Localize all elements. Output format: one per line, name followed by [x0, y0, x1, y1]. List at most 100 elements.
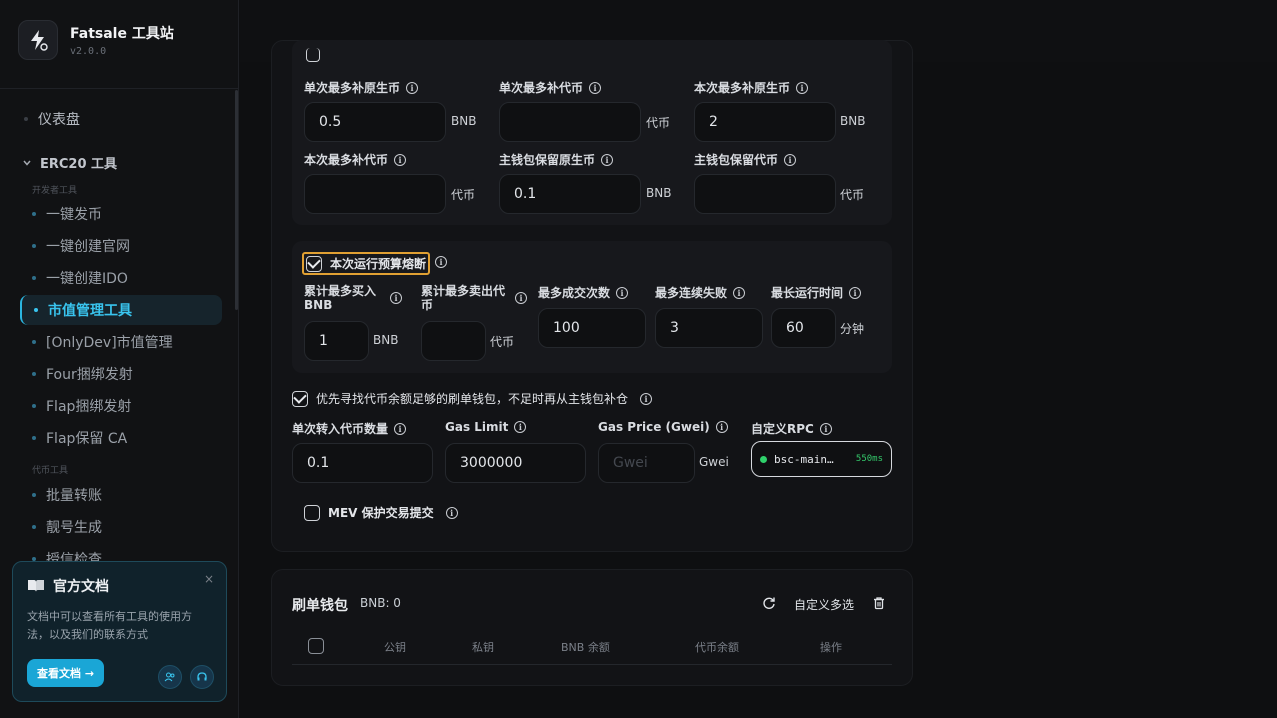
sidebar-item-onlydev[interactable]: [OnlyDev]市值管理: [20, 327, 222, 357]
info-icon[interactable]: i: [514, 421, 527, 433]
sidebar-item-market-cap[interactable]: 市值管理工具: [20, 295, 222, 325]
gas-limit-input[interactable]: 3000000: [445, 443, 586, 483]
budget-breaker-checkbox[interactable]: [306, 255, 322, 272]
sidebar-item-batch-transfer[interactable]: 批量转账: [20, 480, 222, 510]
max-fail-input[interactable]: 3: [655, 308, 763, 348]
info-icon[interactable]: i: [796, 81, 809, 94]
app-root: Fatsale 工具站 v2.0.0 仪表盘 ERC20 工具 开发者工具 一键…: [0, 0, 1277, 718]
book-icon: [28, 580, 44, 592]
mev-checkbox[interactable]: [304, 504, 320, 521]
sidebar-group-erc20[interactable]: ERC20 工具: [22, 153, 117, 172]
cum-max-buy-input[interactable]: 1: [304, 321, 369, 361]
close-icon[interactable]: ×: [204, 572, 214, 586]
info-icon[interactable]: i: [406, 81, 419, 94]
cum-max-sell-input[interactable]: [421, 321, 486, 361]
transfer-amount-input[interactable]: 0.1: [292, 443, 433, 483]
support-headset-icon[interactable]: [190, 665, 214, 689]
run-max-native-input[interactable]: 2: [694, 102, 836, 142]
budget-breaker-label: 本次运行预算熔断: [330, 257, 427, 271]
gas-price-input[interactable]: Gwei: [598, 443, 695, 483]
info-icon[interactable]: i: [515, 292, 527, 304]
sidebar-item-label: 批量转账: [46, 488, 102, 504]
gas-price-label: Gas Price (Gwei) i: [598, 420, 728, 434]
nav-caption-token: 代币工具: [32, 466, 69, 476]
info-icon[interactable]: i: [616, 286, 629, 299]
brand[interactable]: Fatsale 工具站 v2.0.0: [18, 20, 174, 60]
doc-card: 官方文档 × 文档中可以查看所有工具的使用方法，以及我们的联系方式 查看文档 →: [12, 561, 227, 702]
prefer-wallet-checkbox[interactable]: [292, 390, 308, 407]
sidebar-item-flap-ca[interactable]: Flap保留 CA: [20, 423, 222, 453]
column-header-privkey[interactable]: 私钥: [472, 639, 494, 655]
info-icon[interactable]: i: [435, 256, 447, 268]
prefer-wallet-label: 优先寻找代币余额足够的刷单钱包，不足时再从主钱包补仓: [316, 392, 629, 406]
sidebar-item-vanity[interactable]: 靓号生成: [20, 512, 222, 542]
info-icon[interactable]: i: [394, 153, 407, 166]
sidebar-item-flap-bundle[interactable]: Flap捆绑发射: [20, 391, 222, 421]
sidebar-item-dashboard[interactable]: 仪表盘: [20, 104, 222, 134]
max-trades-input[interactable]: 100: [538, 308, 646, 348]
refill-max-native-input[interactable]: 0.5: [304, 102, 446, 142]
main-content: 单次最多补原生币 i 0.5 BNB 单次最多补代币 i 代币 本次最多补原生币 i …: [240, 0, 1277, 718]
sidebar-item-label: 一键创建IDO: [46, 271, 128, 287]
refill-checkbox[interactable]: [306, 48, 320, 62]
main-reserve-token-label: 主钱包保留代币 i: [694, 151, 797, 168]
column-header-actions: 操作: [820, 641, 842, 654]
budget-breaker-toggle[interactable]: 本次运行预算熔断: [302, 252, 431, 275]
main-reserve-token-input[interactable]: [694, 174, 836, 214]
mev-option[interactable]: MEV 保护交易提交 i: [304, 504, 458, 521]
sidebar-scrollbar[interactable]: [235, 90, 238, 310]
sidebar-item-label: 仪表盘: [38, 112, 80, 128]
info-icon[interactable]: i: [715, 421, 728, 433]
community-icon[interactable]: [158, 665, 182, 689]
refill-max-token-input[interactable]: [499, 102, 641, 142]
mev-label: MEV 保护交易提交: [328, 506, 434, 520]
info-icon[interactable]: i: [640, 392, 653, 405]
max-trades-label: 最多成交次数 i: [538, 284, 629, 301]
column-header-token-balance[interactable]: 代币余额: [695, 639, 739, 655]
sidebar-group-label: ERC20 工具: [40, 157, 118, 172]
info-icon[interactable]: i: [445, 506, 458, 519]
unit-label: BNB: [646, 186, 672, 200]
column-header-pubkey[interactable]: 公钥: [384, 639, 406, 655]
info-icon[interactable]: i: [390, 292, 402, 304]
sidebar-item-label: 市值管理工具: [48, 303, 132, 319]
refill-max-native-label: 单次最多补原生币 i: [304, 79, 419, 96]
cum-max-sell-label: 累计最多卖出代币 i: [421, 284, 531, 312]
refresh-icon[interactable]: [762, 596, 776, 610]
rpc-selector[interactable]: bsc-main… 550ms: [751, 441, 892, 477]
prefer-wallet-option[interactable]: 优先寻找代币余额足够的刷单钱包，不足时再从主钱包补仓 i: [292, 390, 653, 407]
brand-version: v2.0.0: [70, 46, 107, 57]
main-reserve-native-input[interactable]: 0.1: [499, 174, 641, 214]
doc-card-desc: 文档中可以查看所有工具的使用方法，以及我们的联系方式: [27, 610, 192, 641]
doc-card-title-text: 官方文档: [53, 579, 109, 595]
sidebar-item-label: 一键发币: [46, 207, 102, 223]
rpc-name: bsc-main…: [774, 452, 834, 466]
divider: [0, 88, 239, 89]
sidebar-item-issue-token[interactable]: 一键发币: [20, 199, 222, 229]
trash-icon[interactable]: [872, 596, 886, 610]
sidebar-item-create-site[interactable]: 一键创建官网: [20, 231, 222, 261]
select-all-checkbox[interactable]: [308, 638, 324, 654]
max-fail-label: 最多连续失败 i: [655, 284, 746, 301]
gas-limit-label: Gas Limit i: [445, 420, 527, 434]
custom-select-button[interactable]: 自定义多选: [794, 596, 854, 613]
max-runtime-input[interactable]: 60: [771, 308, 836, 348]
unit-label: BNB: [451, 114, 477, 128]
sidebar-item-four-bundle[interactable]: Four捆绑发射: [20, 359, 222, 389]
info-icon[interactable]: i: [784, 153, 797, 166]
transfer-amount-label: 单次转入代币数量 i: [292, 420, 407, 437]
run-max-native-label: 本次最多补原生币 i: [694, 79, 809, 96]
sidebar-item-create-ido[interactable]: 一键创建IDO: [20, 263, 222, 293]
info-icon[interactable]: i: [601, 153, 614, 166]
unit-label: 代币: [451, 188, 476, 202]
info-icon[interactable]: i: [849, 286, 862, 299]
info-icon[interactable]: i: [819, 422, 832, 435]
info-icon[interactable]: i: [589, 81, 602, 94]
info-icon[interactable]: i: [394, 422, 407, 435]
view-docs-button[interactable]: 查看文档 →: [27, 659, 105, 687]
unit-label: BNB: [373, 333, 399, 347]
run-max-token-input[interactable]: [304, 174, 446, 214]
info-icon[interactable]: i: [733, 286, 746, 299]
doc-card-title: 官方文档: [27, 576, 212, 596]
column-header-bnb-balance[interactable]: BNB 余额: [561, 639, 610, 655]
